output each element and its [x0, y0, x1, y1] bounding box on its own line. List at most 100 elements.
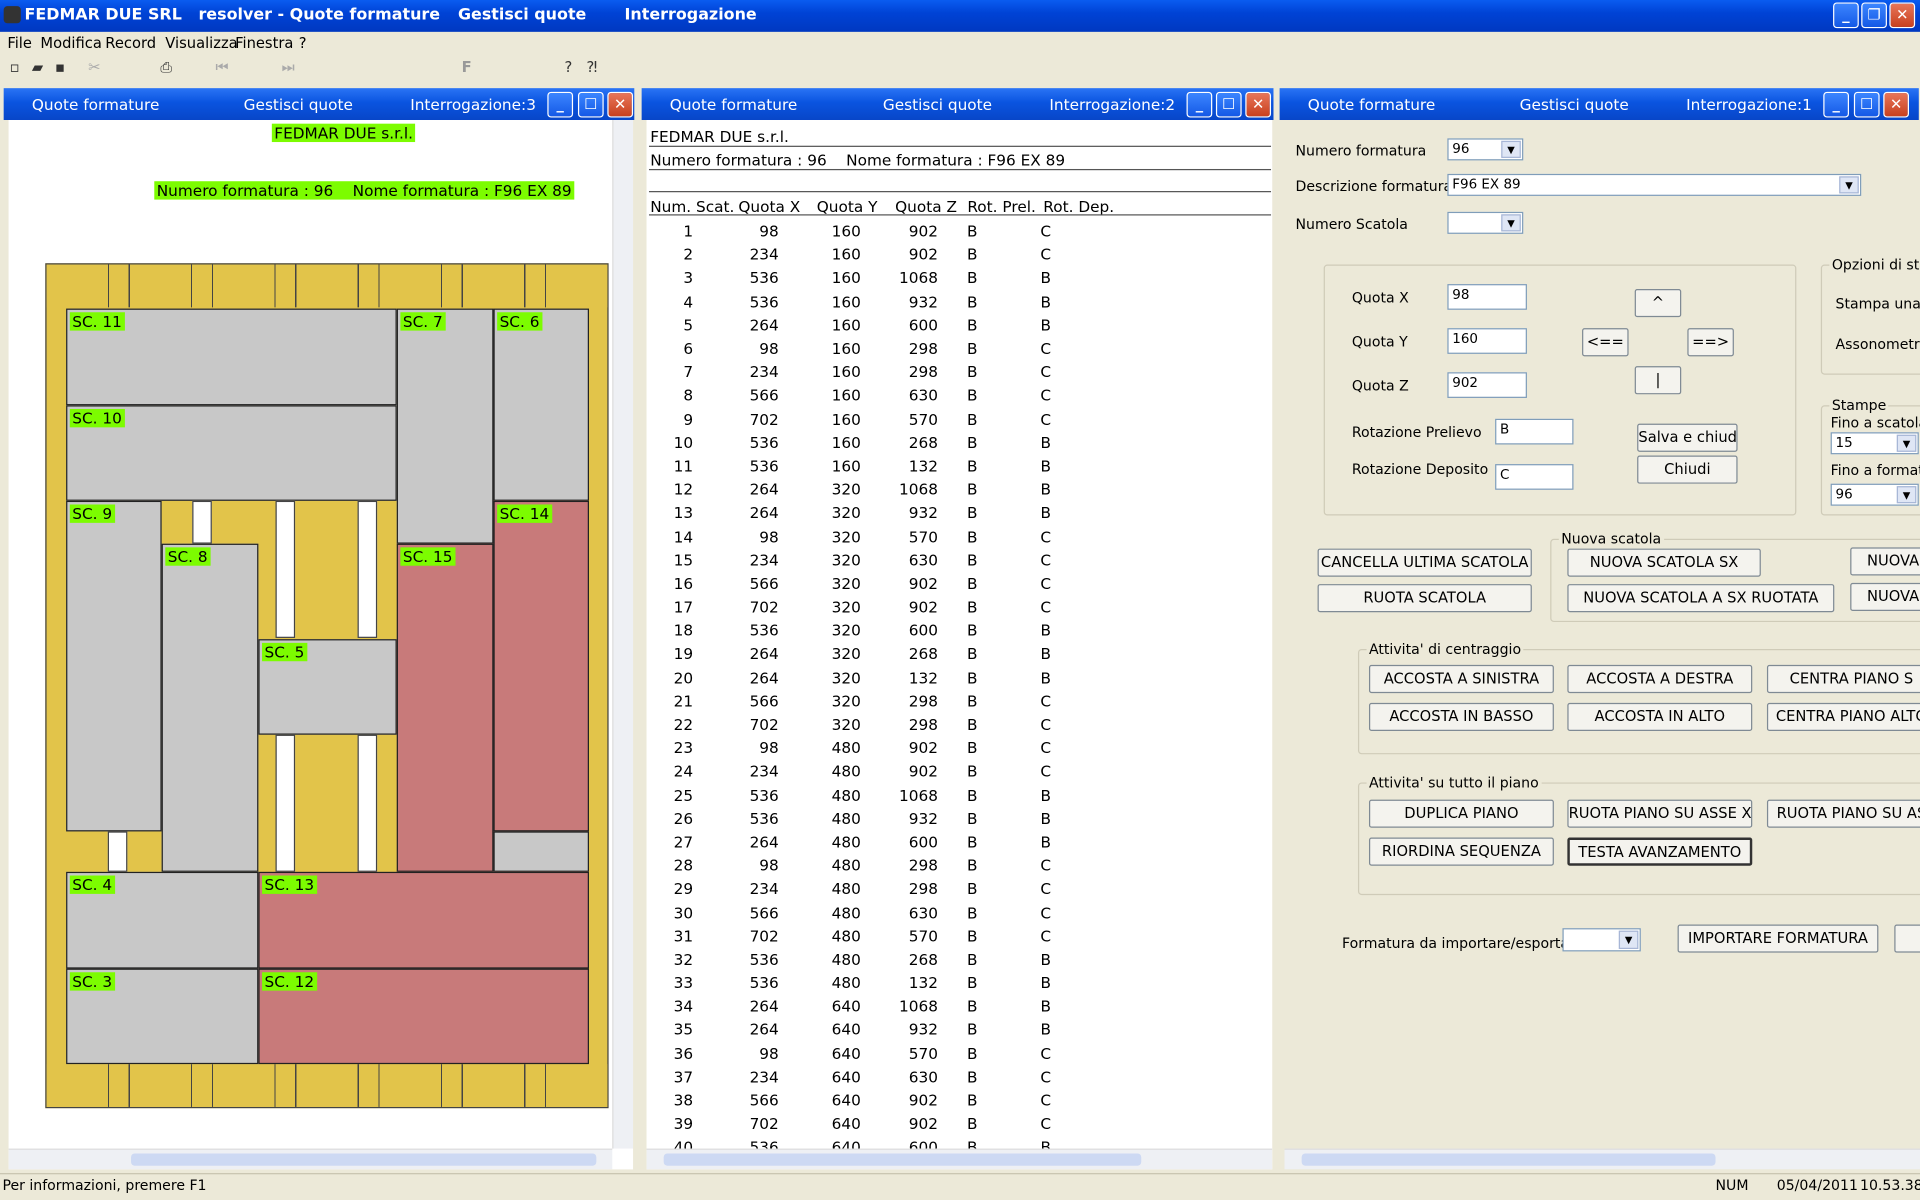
- accosta-basso-button[interactable]: ACCOSTA IN BASSO: [1368, 702, 1554, 732]
- table-cell: 16: [673, 574, 694, 593]
- box-sc15[interactable]: SC. 15: [396, 543, 494, 872]
- centra-piano-sx-button[interactable]: CENTRA PIANO S: [1766, 664, 1920, 694]
- menu-finestra[interactable]: Finestra: [235, 34, 293, 51]
- centra-piano-alto-button[interactable]: CENTRA PIANO ALTO: [1766, 702, 1920, 732]
- chevron-down-icon[interactable]: ▼: [1618, 930, 1639, 949]
- box-sc12[interactable]: SC. 12: [258, 968, 589, 1065]
- last-record-icon[interactable]: ⏭: [282, 59, 295, 77]
- cut-icon[interactable]: ✂: [88, 59, 100, 76]
- numero-formatura-select[interactable]: 96 ▼: [1447, 138, 1524, 161]
- menu-visualizza[interactable]: Visualizza: [165, 34, 237, 51]
- quota-x-input[interactable]: 98: [1447, 284, 1527, 310]
- nuova-scatola-dx-button[interactable]: NUOVA: [1850, 547, 1920, 576]
- box-sc14[interactable]: SC. 14: [493, 500, 589, 832]
- quota-z-input[interactable]: 902: [1447, 372, 1527, 398]
- box-sc11[interactable]: SC. 11: [66, 308, 397, 406]
- win3-hscrollbar[interactable]: [8, 1148, 613, 1170]
- box-sc4[interactable]: SC. 4: [66, 871, 259, 969]
- context-help-icon[interactable]: ⁈: [587, 59, 598, 76]
- save-icon[interactable]: ▪: [55, 59, 65, 76]
- minimize-icon[interactable]: _: [1833, 2, 1859, 29]
- chiudi-button[interactable]: Chiudi: [1637, 455, 1738, 484]
- table-cell: 264: [749, 668, 779, 687]
- fino-scatola-select[interactable]: 15 ▼: [1830, 432, 1919, 455]
- box-sc13[interactable]: SC. 13: [258, 871, 589, 969]
- restore-icon[interactable]: ❐: [1861, 2, 1887, 29]
- ruota-piano-y-button[interactable]: RUOTA PIANO SU AS: [1766, 799, 1920, 828]
- move-right-button[interactable]: ==>: [1687, 328, 1734, 357]
- win2-body: FEDMAR DUE s.r.l. Numero formatura : 96 …: [646, 120, 1273, 1170]
- chevron-down-icon[interactable]: ▼: [1839, 176, 1859, 194]
- box-sc3[interactable]: SC. 3: [66, 968, 259, 1065]
- rotazione-prelievo-input[interactable]: B: [1495, 418, 1574, 445]
- print-icon[interactable]: ⎙: [160, 59, 172, 77]
- move-up-button[interactable]: ^: [1634, 288, 1682, 318]
- box-sc9[interactable]: SC. 9: [66, 500, 162, 832]
- win2-maximize-icon[interactable]: ☐: [1215, 91, 1242, 118]
- salva-chiudi-button[interactable]: Salva e chiudi: [1637, 423, 1738, 452]
- box-sc7[interactable]: SC. 7: [396, 308, 494, 544]
- win2-close-icon[interactable]: ✕: [1245, 91, 1272, 118]
- descrizione-formatura-select[interactable]: F96 EX 89 ▼: [1447, 173, 1862, 196]
- menu-record[interactable]: Record: [105, 34, 156, 51]
- win1-hscrollbar[interactable]: [1284, 1148, 1920, 1170]
- f-button[interactable]: F: [462, 59, 472, 76]
- table-cell: 480: [831, 832, 861, 851]
- win3-close-icon[interactable]: ✕: [607, 91, 634, 118]
- menu-file[interactable]: File: [7, 34, 32, 51]
- esportare-formatura-button[interactable]: [1894, 924, 1920, 953]
- table-cell: C: [1040, 1044, 1052, 1063]
- import-export-select[interactable]: ▼: [1562, 928, 1641, 952]
- accosta-alto-button[interactable]: ACCOSTA IN ALTO: [1567, 702, 1753, 732]
- chevron-down-icon[interactable]: ▼: [1896, 486, 1917, 504]
- box-sc10[interactable]: SC. 10: [66, 405, 397, 501]
- chevron-down-icon[interactable]: ▼: [1501, 214, 1521, 232]
- duplica-piano-button[interactable]: DUPLICA PIANO: [1368, 799, 1554, 828]
- nuova-scatola-dx-ruotata-button[interactable]: NUOVA: [1850, 582, 1920, 612]
- ruota-scatola-button[interactable]: RUOTA SCATOLA: [1317, 584, 1532, 613]
- nuova-scatola-sx-ruotata-button[interactable]: NUOVA SCATOLA A SX RUOTATA: [1567, 584, 1835, 613]
- testa-avanzamento-button[interactable]: TESTA AVANZAMENTO: [1567, 837, 1753, 866]
- accosta-sinistra-button[interactable]: ACCOSTA A SINISTRA: [1368, 664, 1554, 694]
- table-cell: C: [1040, 527, 1052, 546]
- help-icon[interactable]: ?: [564, 59, 572, 76]
- new-icon[interactable]: ▫: [10, 59, 20, 76]
- quota-y-input[interactable]: 160: [1447, 328, 1527, 354]
- divider: [648, 191, 1272, 193]
- close-icon[interactable]: ✕: [1889, 2, 1916, 29]
- table-cell: 320: [831, 668, 861, 687]
- box-sc5[interactable]: SC. 5: [258, 639, 397, 735]
- win3-vscrollbar[interactable]: [612, 120, 634, 1149]
- chevron-down-icon[interactable]: ▼: [1896, 434, 1917, 452]
- win1-close-icon[interactable]: ✕: [1883, 91, 1909, 118]
- nuova-scatola-sx-button[interactable]: NUOVA SCATOLA SX: [1567, 548, 1761, 577]
- table-cell: 480: [831, 926, 861, 945]
- win2-hscrollbar[interactable]: [646, 1148, 1273, 1170]
- fino-formatura-select[interactable]: 96 ▼: [1830, 483, 1919, 506]
- win3-t3: Interrogazione:3: [410, 95, 536, 114]
- win1-minimize-icon[interactable]: _: [1823, 91, 1849, 118]
- win3-minimize-icon[interactable]: _: [547, 91, 574, 118]
- chevron-down-icon[interactable]: ▼: [1501, 140, 1521, 158]
- cancella-ultima-scatola-button[interactable]: CANCELLA ULTIMA SCATOLA: [1317, 548, 1532, 577]
- box-sc8[interactable]: SC. 8: [161, 543, 259, 872]
- first-record-icon[interactable]: ⏮: [216, 59, 229, 77]
- box-sc6[interactable]: SC. 6: [493, 308, 589, 501]
- win1-maximize-icon[interactable]: ☐: [1853, 91, 1880, 118]
- menu-modifica[interactable]: Modifica: [40, 34, 101, 51]
- table-cell: B: [966, 245, 978, 264]
- importare-formatura-button[interactable]: IMPORTARE FORMATURA: [1677, 924, 1879, 953]
- ruota-piano-x-button[interactable]: RUOTA PIANO SU ASSE X: [1567, 799, 1753, 828]
- rotazione-deposito-input[interactable]: C: [1495, 464, 1574, 490]
- table-cell: 702: [749, 715, 779, 734]
- table-row: 17 702 320 902 B C: [650, 595, 1085, 618]
- riordina-sequenza-button[interactable]: RIORDINA SEQUENZA: [1368, 837, 1554, 866]
- win2-minimize-icon[interactable]: _: [1186, 91, 1213, 118]
- open-icon[interactable]: ▰: [32, 59, 43, 76]
- numero-scatola-select[interactable]: ▼: [1447, 211, 1524, 234]
- menu-help[interactable]: ?: [299, 34, 307, 51]
- accosta-destra-button[interactable]: ACCOSTA A DESTRA: [1567, 664, 1753, 694]
- move-down-button[interactable]: |: [1634, 366, 1682, 395]
- move-left-button[interactable]: <==: [1582, 328, 1629, 357]
- win3-maximize-icon[interactable]: ☐: [577, 91, 604, 118]
